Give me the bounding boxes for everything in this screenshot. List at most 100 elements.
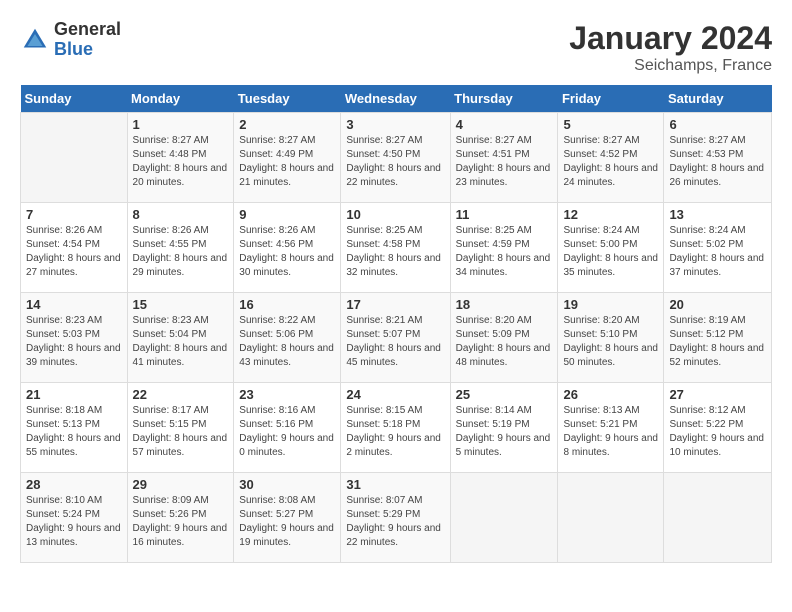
- day-info: Sunrise: 8:17 AMSunset: 5:15 PMDaylight:…: [133, 404, 229, 460]
- calendar-cell-w4-d1: 29 Sunrise: 8:09 AMSunset: 5:26 PMDayligh…: [127, 473, 234, 563]
- day-number: 7: [26, 207, 122, 222]
- day-number: 17: [346, 297, 444, 312]
- day-number: 20: [669, 297, 766, 312]
- calendar-cell-w0-d5: 5Sunrise: 8:27 AMSunset: 4:52 PMDaylight…: [558, 113, 664, 203]
- calendar-week-3: 21 Sunrise: 8:18 AMSunset: 5:13 PMDayligh…: [21, 383, 772, 473]
- header-wednesday: Wednesday: [341, 85, 450, 113]
- calendar-cell-w0-d1: 1 Sunrise: 8:27 AMSunset: 4:48 PMDaylight…: [127, 113, 234, 203]
- calendar-cell-w4-d6: [664, 473, 772, 563]
- day-number: 6: [669, 117, 766, 132]
- day-info: Sunrise: 8:13 AMSunset: 5:21 PMDaylight:…: [563, 404, 658, 460]
- day-info: Sunrise: 8:08 AMSunset: 5:27 PMDaylight:…: [239, 494, 335, 550]
- day-info: Sunrise: 8:12 AMSunset: 5:22 PMDaylight:…: [669, 404, 766, 460]
- calendar-cell-w1-d5: 12 Sunrise: 8:24 AMSunset: 5:00 PMDayligh…: [558, 203, 664, 293]
- day-info: Sunrise: 8:24 AMSunset: 5:00 PMDaylight:…: [563, 224, 658, 280]
- calendar-cell-w2-d3: 17 Sunrise: 8:21 AMSunset: 5:07 PMDayligh…: [341, 293, 450, 383]
- day-number: 29: [133, 477, 229, 492]
- calendar-cell-w1-d2: 9Sunrise: 8:26 AMSunset: 4:56 PMDaylight…: [234, 203, 341, 293]
- calendar-week-4: 28 Sunrise: 8:10 AMSunset: 5:24 PMDayligh…: [21, 473, 772, 563]
- calendar-cell-w1-d3: 10 Sunrise: 8:25 AMSunset: 4:58 PMDayligh…: [341, 203, 450, 293]
- day-info: Sunrise: 8:21 AMSunset: 5:07 PMDaylight:…: [346, 314, 444, 370]
- calendar-cell-w4-d4: [450, 473, 558, 563]
- day-info: Sunrise: 8:27 AMSunset: 4:50 PMDaylight:…: [346, 134, 444, 190]
- day-info: Sunrise: 8:23 AMSunset: 5:04 PMDaylight:…: [133, 314, 229, 370]
- header-friday: Friday: [558, 85, 664, 113]
- day-info: Sunrise: 8:27 AMSunset: 4:48 PMDaylight:…: [133, 134, 229, 190]
- day-number: 15: [133, 297, 229, 312]
- day-info: Sunrise: 8:27 AMSunset: 4:52 PMDaylight:…: [563, 134, 658, 190]
- calendar-cell-w1-d0: 7 Sunrise: 8:26 AMSunset: 4:54 PMDaylight…: [21, 203, 128, 293]
- day-info: Sunrise: 8:09 AMSunset: 5:26 PMDaylight:…: [133, 494, 229, 550]
- day-number: 2: [239, 117, 335, 132]
- day-info: Sunrise: 8:20 AMSunset: 5:10 PMDaylight:…: [563, 314, 658, 370]
- header-monday: Monday: [127, 85, 234, 113]
- day-number: 3: [346, 117, 444, 132]
- calendar-cell-w1-d6: 13 Sunrise: 8:24 AMSunset: 5:02 PMDayligh…: [664, 203, 772, 293]
- day-info: Sunrise: 8:23 AMSunset: 5:03 PMDaylight:…: [26, 314, 122, 370]
- calendar-cell-w0-d3: 3 Sunrise: 8:27 AMSunset: 4:50 PMDaylight…: [341, 113, 450, 203]
- logo-general: General: [54, 20, 121, 40]
- day-info: Sunrise: 8:26 AMSunset: 4:54 PMDaylight:…: [26, 224, 122, 280]
- day-info: Sunrise: 8:10 AMSunset: 5:24 PMDaylight:…: [26, 494, 122, 550]
- day-info: Sunrise: 8:15 AMSunset: 5:18 PMDaylight:…: [346, 404, 444, 460]
- header-tuesday: Tuesday: [234, 85, 341, 113]
- calendar-cell-w4-d2: 30 Sunrise: 8:08 AMSunset: 5:27 PMDayligh…: [234, 473, 341, 563]
- calendar-table: Sunday Monday Tuesday Wednesday Thursday…: [20, 85, 772, 563]
- day-number: 28: [26, 477, 122, 492]
- day-number: 11: [456, 207, 553, 222]
- calendar-cell-w4-d3: 31 Sunrise: 8:07 AMSunset: 5:29 PMDayligh…: [341, 473, 450, 563]
- calendar-cell-w2-d4: 18Sunrise: 8:20 AMSunset: 5:09 PMDayligh…: [450, 293, 558, 383]
- calendar-cell-w2-d1: 15 Sunrise: 8:23 AMSunset: 5:04 PMDayligh…: [127, 293, 234, 383]
- logo: General Blue: [20, 20, 121, 60]
- calendar-cell-w4-d0: 28 Sunrise: 8:10 AMSunset: 5:24 PMDayligh…: [21, 473, 128, 563]
- day-info: Sunrise: 8:14 AMSunset: 5:19 PMDaylight:…: [456, 404, 553, 460]
- calendar-cell-w2-d2: 16 Sunrise: 8:22 AMSunset: 5:06 PMDayligh…: [234, 293, 341, 383]
- day-number: 9: [239, 207, 335, 222]
- day-number: 27: [669, 387, 766, 402]
- calendar-cell-w0-d4: 4 Sunrise: 8:27 AMSunset: 4:51 PMDaylight…: [450, 113, 558, 203]
- header-sunday: Sunday: [21, 85, 128, 113]
- calendar-cell-w3-d6: 27 Sunrise: 8:12 AMSunset: 5:22 PMDayligh…: [664, 383, 772, 473]
- day-number: 13: [669, 207, 766, 222]
- calendar-cell-w0-d6: 6 Sunrise: 8:27 AMSunset: 4:53 PMDaylight…: [664, 113, 772, 203]
- header-row: Sunday Monday Tuesday Wednesday Thursday…: [21, 85, 772, 113]
- day-info: Sunrise: 8:22 AMSunset: 5:06 PMDaylight:…: [239, 314, 335, 370]
- calendar-cell-w3-d1: 22Sunrise: 8:17 AMSunset: 5:15 PMDayligh…: [127, 383, 234, 473]
- calendar-body: 1 Sunrise: 8:27 AMSunset: 4:48 PMDaylight…: [21, 113, 772, 563]
- calendar-cell-w1-d4: 11 Sunrise: 8:25 AMSunset: 4:59 PMDayligh…: [450, 203, 558, 293]
- day-info: Sunrise: 8:27 AMSunset: 4:49 PMDaylight:…: [239, 134, 335, 190]
- calendar-cell-w4-d5: [558, 473, 664, 563]
- day-number: 30: [239, 477, 335, 492]
- day-number: 21: [26, 387, 122, 402]
- calendar-cell-w0-d2: 2 Sunrise: 8:27 AMSunset: 4:49 PMDaylight…: [234, 113, 341, 203]
- day-info: Sunrise: 8:27 AMSunset: 4:51 PMDaylight:…: [456, 134, 553, 190]
- day-number: 31: [346, 477, 444, 492]
- day-info: Sunrise: 8:16 AMSunset: 5:16 PMDaylight:…: [239, 404, 335, 460]
- title-section: January 2024 Seichamps, France: [569, 20, 772, 75]
- day-info: Sunrise: 8:27 AMSunset: 4:53 PMDaylight:…: [669, 134, 766, 190]
- day-info: Sunrise: 8:07 AMSunset: 5:29 PMDaylight:…: [346, 494, 444, 550]
- day-info: Sunrise: 8:24 AMSunset: 5:02 PMDaylight:…: [669, 224, 766, 280]
- calendar-header: Sunday Monday Tuesday Wednesday Thursday…: [21, 85, 772, 113]
- day-number: 4: [456, 117, 553, 132]
- header-thursday: Thursday: [450, 85, 558, 113]
- day-number: 19: [563, 297, 658, 312]
- day-number: 16: [239, 297, 335, 312]
- day-number: 26: [563, 387, 658, 402]
- calendar-week-1: 7 Sunrise: 8:26 AMSunset: 4:54 PMDaylight…: [21, 203, 772, 293]
- day-info: Sunrise: 8:25 AMSunset: 4:59 PMDaylight:…: [456, 224, 553, 280]
- day-info: Sunrise: 8:25 AMSunset: 4:58 PMDaylight:…: [346, 224, 444, 280]
- calendar-cell-w2-d0: 14Sunrise: 8:23 AMSunset: 5:03 PMDayligh…: [21, 293, 128, 383]
- day-number: 12: [563, 207, 658, 222]
- day-number: 10: [346, 207, 444, 222]
- main-title: January 2024: [569, 20, 772, 57]
- logo-text: General Blue: [54, 20, 121, 60]
- calendar-cell-w0-d0: [21, 113, 128, 203]
- day-info: Sunrise: 8:18 AMSunset: 5:13 PMDaylight:…: [26, 404, 122, 460]
- day-info: Sunrise: 8:20 AMSunset: 5:09 PMDaylight:…: [456, 314, 553, 370]
- calendar-cell-w3-d5: 26 Sunrise: 8:13 AMSunset: 5:21 PMDayligh…: [558, 383, 664, 473]
- subtitle: Seichamps, France: [569, 57, 772, 75]
- calendar-week-2: 14Sunrise: 8:23 AMSunset: 5:03 PMDayligh…: [21, 293, 772, 383]
- day-number: 1: [133, 117, 229, 132]
- calendar-week-0: 1 Sunrise: 8:27 AMSunset: 4:48 PMDaylight…: [21, 113, 772, 203]
